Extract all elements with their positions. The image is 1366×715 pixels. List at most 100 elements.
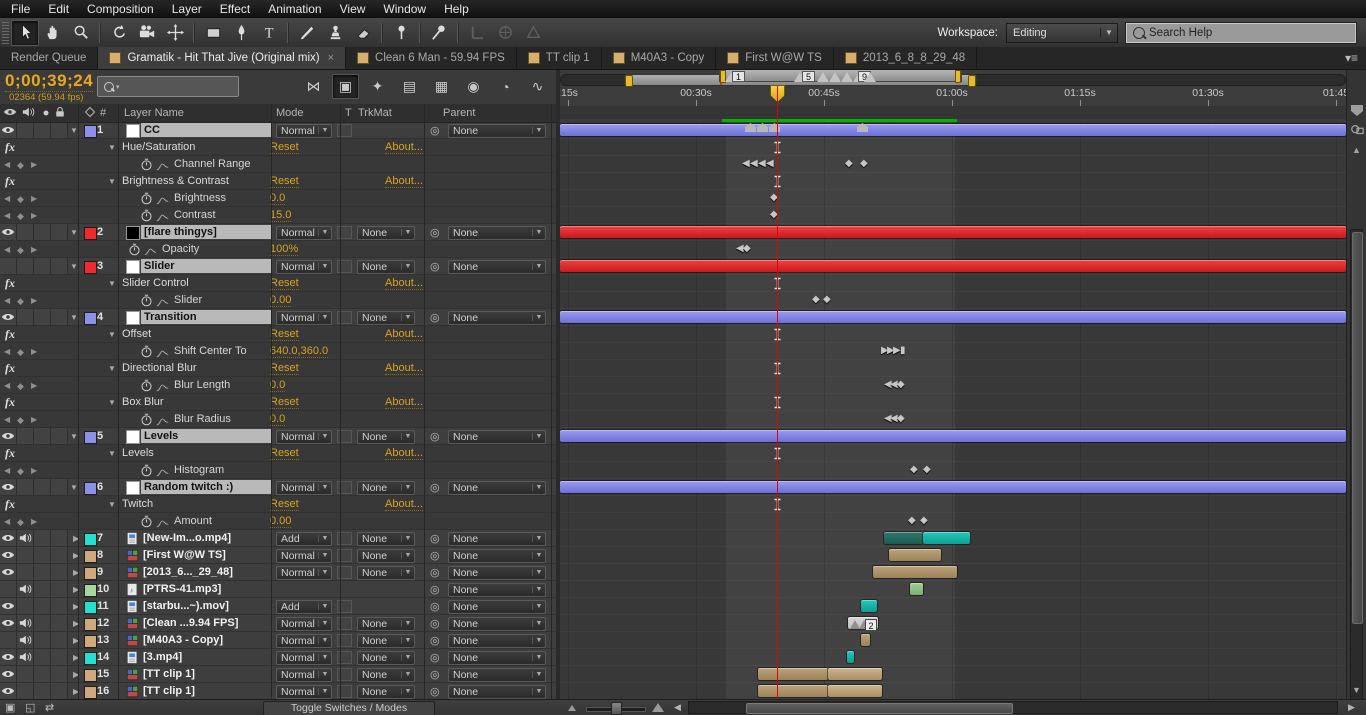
- trkmat-dropdown[interactable]: None ▼: [357, 565, 415, 580]
- next-keyframe-icon[interactable]: ▶: [31, 466, 37, 475]
- parent-dropdown[interactable]: None ▼: [448, 480, 546, 495]
- solo-toggle[interactable]: [34, 632, 51, 648]
- solo-toggle[interactable]: [34, 598, 51, 614]
- property-name[interactable]: Opacity: [162, 243, 199, 255]
- add-keyframe-icon[interactable]: ◆: [17, 160, 24, 171]
- layer-name[interactable]: [TT clip 1]: [143, 685, 195, 697]
- audio-toggle[interactable]: [17, 649, 34, 665]
- mode-dropdown[interactable]: Normal ▼: [276, 650, 332, 665]
- effect-about-link[interactable]: About...: [385, 328, 423, 341]
- trkmat-dropdown[interactable]: None ▼: [357, 259, 415, 274]
- zoom-in-icon[interactable]: [652, 703, 664, 712]
- eraser-tool-icon[interactable]: [349, 20, 377, 46]
- rotation-tool-icon[interactable]: [105, 20, 133, 46]
- property-value[interactable]: 0.0: [270, 192, 286, 205]
- audio-toggle[interactable]: [17, 666, 34, 682]
- trkmat-dropdown[interactable]: None ▼: [357, 429, 415, 444]
- mode-dropdown[interactable]: Normal ▼: [276, 225, 332, 240]
- add-keyframe-icon[interactable]: ◆: [17, 415, 24, 426]
- mode-dropdown[interactable]: Normal ▼: [276, 123, 332, 138]
- puppet-pin-tool-icon[interactable]: [387, 20, 415, 46]
- layer-swatch[interactable]: [126, 481, 140, 495]
- effect-name[interactable]: Directional Blur: [122, 362, 197, 374]
- keyframe[interactable]: ◆: [920, 514, 928, 528]
- layer-name[interactable]: [First W@W TS]: [143, 549, 226, 561]
- visibility-toggle[interactable]: [0, 632, 17, 648]
- solo-toggle[interactable]: [34, 258, 51, 274]
- label-color-chip[interactable]: [84, 532, 97, 546]
- timeline-zoom-thumb[interactable]: [611, 702, 622, 715]
- layer-duration-bar[interactable]: [861, 600, 877, 612]
- prev-keyframe-icon[interactable]: ◀: [4, 415, 10, 424]
- trkmat-dropdown[interactable]: None ▼: [357, 310, 415, 325]
- visibility-toggle[interactable]: [0, 649, 17, 665]
- lock-toggle[interactable]: [51, 428, 68, 444]
- property-name[interactable]: Amount: [174, 515, 212, 527]
- parent-pickwhip-icon[interactable]: ◎: [430, 226, 440, 239]
- add-keyframe-icon[interactable]: ◆: [17, 296, 24, 307]
- menu-file[interactable]: File: [2, 1, 39, 17]
- expand-toggle[interactable]: ▼: [108, 143, 116, 152]
- effect-reset-link[interactable]: Reset: [270, 141, 299, 154]
- trkmat-dropdown[interactable]: None ▼: [357, 633, 415, 648]
- layer-duration-bar[interactable]: [910, 583, 923, 595]
- stopwatch-icon[interactable]: [128, 243, 141, 259]
- visibility-toggle[interactable]: [0, 598, 17, 614]
- next-keyframe-icon[interactable]: ▶: [31, 415, 37, 424]
- next-keyframe-icon[interactable]: ▶: [31, 347, 37, 356]
- parent-dropdown[interactable]: None ▼: [448, 225, 546, 240]
- keyframe[interactable]: ▮: [900, 344, 906, 358]
- horizontal-scrollbar[interactable]: [688, 701, 1338, 714]
- property-name[interactable]: Contrast: [174, 209, 216, 221]
- add-keyframe-icon[interactable]: ◆: [17, 211, 24, 222]
- property-name[interactable]: Blur Length: [174, 379, 230, 391]
- graph-editor-icon[interactable]: ∿: [524, 74, 551, 99]
- expand-toggle[interactable]: ▼: [108, 177, 116, 186]
- layer-marker-icon[interactable]: [850, 620, 860, 629]
- expand-toggle[interactable]: ▼: [108, 449, 116, 458]
- solo-toggle[interactable]: [34, 428, 51, 444]
- lock-toggle[interactable]: [51, 258, 68, 274]
- prev-keyframe-icon[interactable]: ◀: [4, 245, 10, 254]
- layer-duration-bar[interactable]: [884, 532, 923, 544]
- visibility-toggle[interactable]: [0, 547, 17, 563]
- close-icon[interactable]: ×: [328, 52, 334, 64]
- mode-dropdown[interactable]: Add ▼: [276, 531, 332, 546]
- tab-render-queue[interactable]: Render Queue: [0, 47, 99, 69]
- solo-toggle[interactable]: [34, 666, 51, 682]
- parent-dropdown[interactable]: None ▼: [448, 531, 546, 546]
- parent-pickwhip-icon[interactable]: ◎: [430, 311, 440, 324]
- parent-dropdown[interactable]: None ▼: [448, 310, 546, 325]
- layer-marker-label[interactable]: 2: [865, 619, 877, 631]
- add-keyframe-icon[interactable]: ◆: [17, 194, 24, 205]
- layer-duration-bar[interactable]: [560, 124, 1346, 136]
- effect-name[interactable]: Levels: [122, 447, 154, 459]
- audio-toggle[interactable]: [17, 428, 34, 444]
- layer-duration-bar[interactable]: [560, 481, 1346, 493]
- layer-name[interactable]: [flare thingys]: [141, 225, 272, 239]
- lock-toggle[interactable]: [51, 122, 68, 138]
- mode-dropdown[interactable]: Normal ▼: [276, 633, 332, 648]
- parent-dropdown[interactable]: None ▼: [448, 650, 546, 665]
- audio-toggle[interactable]: [17, 547, 34, 563]
- stopwatch-icon[interactable]: [140, 515, 153, 531]
- keyframe[interactable]: ◆: [860, 157, 868, 171]
- menu-animation[interactable]: Animation: [259, 1, 330, 17]
- parent-pickwhip-icon[interactable]: ◎: [430, 566, 440, 579]
- lock-toggle[interactable]: [51, 581, 68, 597]
- property-name[interactable]: Channel Range: [174, 158, 250, 170]
- property-value[interactable]: 0.00: [270, 294, 292, 307]
- trkmat-dropdown[interactable]: None ▼: [357, 667, 415, 682]
- visibility-toggle[interactable]: [0, 683, 17, 699]
- visibility-toggle[interactable]: [0, 224, 17, 240]
- pen-tool-icon[interactable]: [227, 20, 255, 46]
- fx-badge-icon[interactable]: fx: [5, 361, 15, 376]
- property-name[interactable]: Shift Center To: [174, 345, 247, 357]
- mode-dropdown[interactable]: Normal ▼: [276, 616, 332, 631]
- keyframe[interactable]: ◀: [742, 157, 750, 171]
- visibility-toggle[interactable]: [0, 564, 17, 580]
- keyframe[interactable]: ◆: [743, 242, 751, 256]
- effect-reset-link[interactable]: Reset: [270, 447, 299, 460]
- property-value[interactable]: 15.0: [270, 209, 292, 222]
- property-value[interactable]: 0.0: [270, 413, 286, 426]
